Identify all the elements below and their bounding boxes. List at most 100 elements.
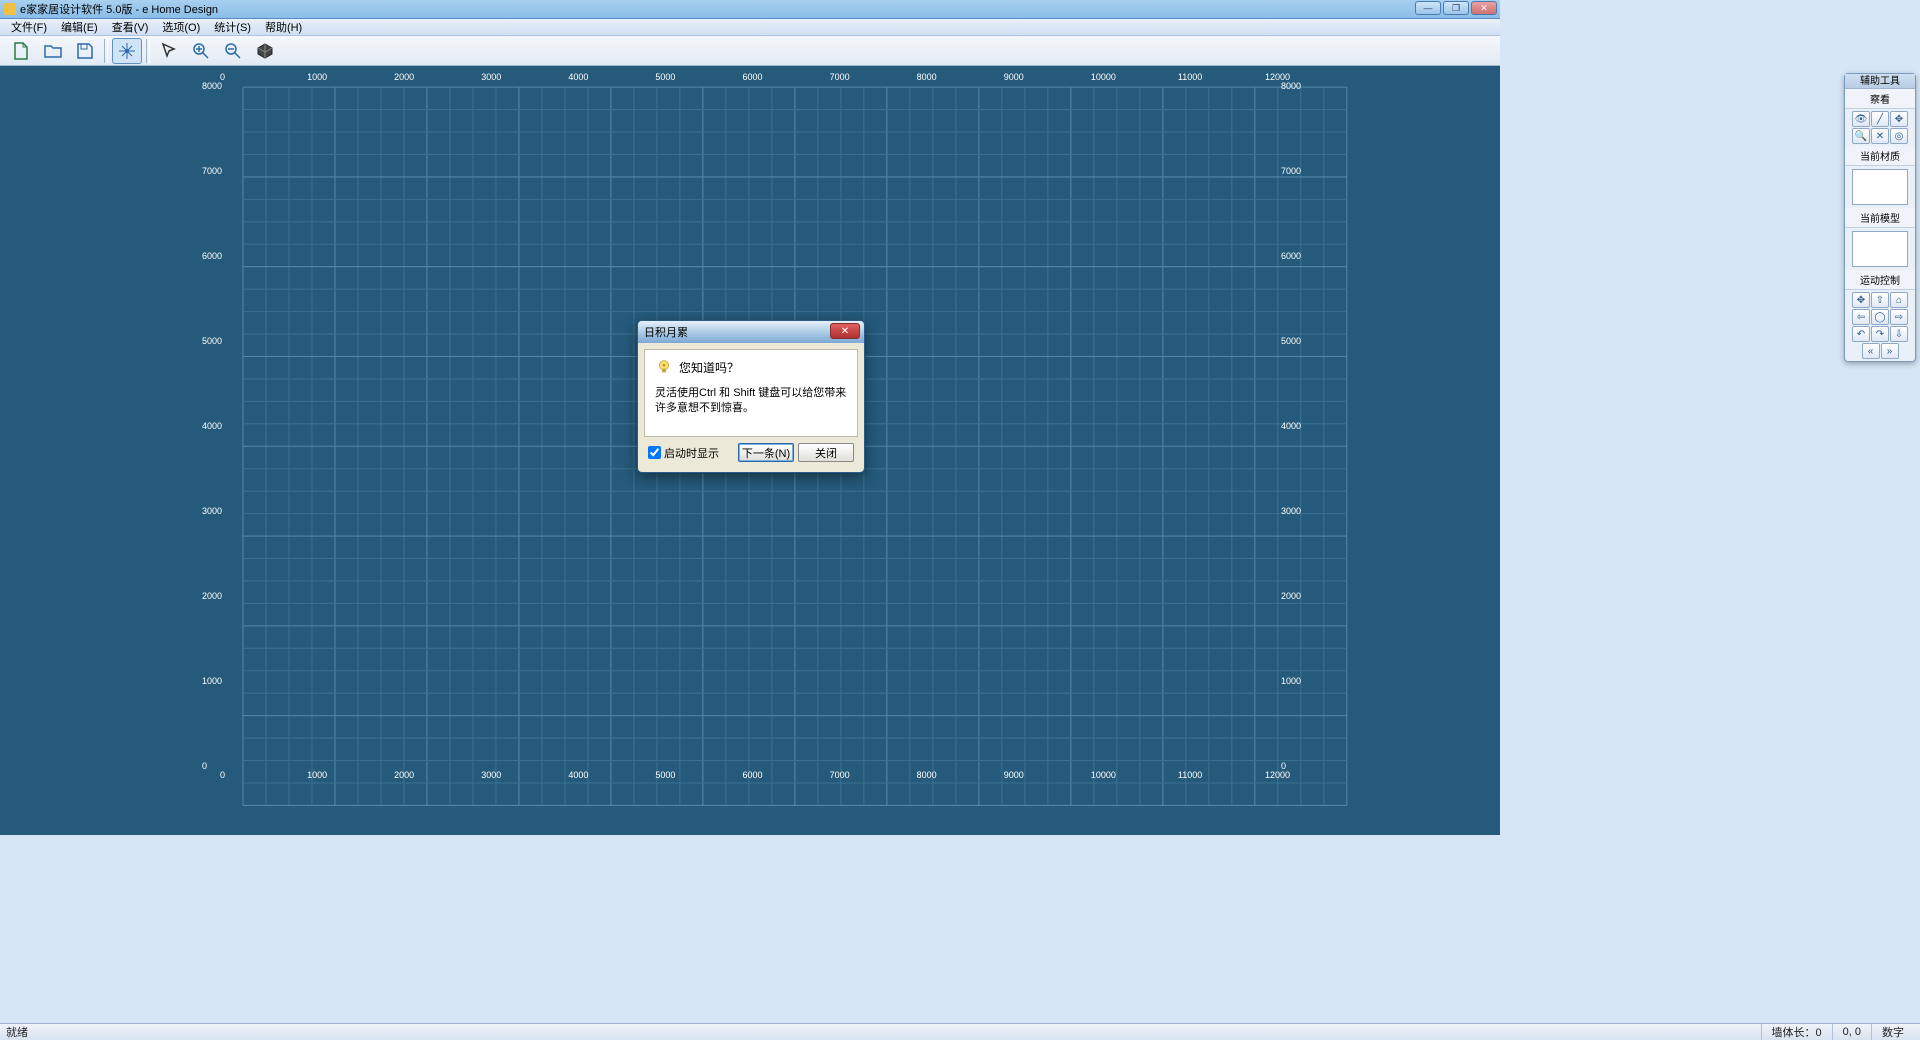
up-icon[interactable]: ⇧: [1871, 292, 1889, 308]
3d-render-icon[interactable]: [250, 38, 280, 64]
ruler-x-label: 10000: [1091, 770, 1116, 780]
ruler-y-label: 2000: [202, 591, 222, 601]
ruler-x-label: 7000: [830, 72, 850, 82]
ruler-y-label: 6000: [202, 251, 222, 261]
side-panel-title: 辅助工具: [1845, 74, 1915, 89]
eye-icon[interactable]: 👁: [1852, 111, 1870, 127]
ruler-y-label: 4000: [202, 421, 222, 431]
dialog-content: 您知道吗？ 灵活使用Ctrl 和 Shift 键盘可以给您带来许多意想不到惊喜。: [644, 349, 858, 437]
status-bar: 就绪 墙体长：0 0, 0 数字: [0, 1023, 1920, 1040]
ruler-y-label: 0: [1281, 761, 1286, 771]
status-ready: 就绪: [6, 1024, 28, 1040]
toolbar-separator: [104, 39, 108, 63]
section-model-label: 当前模型: [1845, 208, 1915, 228]
show-on-start-checkbox[interactable]: 启动时显示: [648, 445, 734, 461]
ruler-y-label: 7000: [202, 166, 222, 176]
dialog-heading: 您知道吗？: [679, 359, 739, 376]
ruler-x-label: 12000: [1265, 770, 1290, 780]
select-arrow-icon[interactable]: [154, 38, 184, 64]
menu-view[interactable]: 查看(V): [105, 19, 156, 35]
orbit-icon[interactable]: ◯: [1871, 309, 1889, 325]
ruler-x-label: 1000: [307, 72, 327, 82]
zoom-out-icon[interactable]: [218, 38, 248, 64]
menu-edit[interactable]: 编辑(E): [54, 19, 105, 35]
ruler-x-label: 0: [220, 770, 225, 780]
ruler-x-label: 3000: [481, 770, 501, 780]
ruler-y-label: 4000: [1281, 421, 1301, 431]
section-view-label: 察看: [1845, 89, 1915, 109]
ruler-x-label: 11000: [1178, 770, 1202, 780]
section-motion-label: 运动控制: [1845, 270, 1915, 290]
rot-r-icon[interactable]: ↷: [1871, 326, 1889, 342]
menu-stats[interactable]: 统计(S): [207, 19, 258, 35]
menu-options[interactable]: 选项(O): [155, 19, 207, 35]
ruler-x-label: 2000: [394, 770, 414, 780]
ruler-x-label: 8000: [917, 72, 937, 82]
magnify-icon[interactable]: 🔍: [1852, 128, 1870, 144]
new-doc-icon[interactable]: [6, 38, 36, 64]
dialog-close-button[interactable]: ✕: [830, 323, 860, 339]
show-on-start-label: 启动时显示: [664, 445, 719, 461]
cross-icon[interactable]: ✥: [1852, 292, 1870, 308]
toolbar-separator: [146, 39, 150, 63]
right-icon[interactable]: ⇨: [1890, 309, 1908, 325]
dialog-title: 日积月累: [644, 324, 688, 340]
status-coords: 0, 0: [1832, 1024, 1871, 1040]
status-numlock: 数字: [1871, 1024, 1914, 1040]
ruler-x-label: 3000: [481, 72, 501, 82]
app-icon: [4, 3, 16, 15]
rot-d-icon[interactable]: ⇩: [1890, 326, 1908, 342]
status-wall-length: 墙体长：0: [1761, 1024, 1832, 1040]
section-view-buttons: 👁 ╱ ✥ 🔍 ✕ ◎: [1845, 109, 1915, 146]
left-icon[interactable]: ⇦: [1852, 309, 1870, 325]
ruler-y-label: 5000: [1281, 336, 1301, 346]
ruler-x-label: 8000: [917, 770, 937, 780]
tip-dialog: 日积月累 ✕ 您知道吗？ 灵活使用Ctrl 和 Shift 键盘可以给您带来许多…: [637, 320, 865, 473]
ruler-x-label: 4000: [568, 72, 588, 82]
fwd-icon[interactable]: »: [1881, 343, 1899, 359]
home-icon[interactable]: ⌂: [1890, 292, 1908, 308]
title-bar: e家家居设计软件 5.0版 - e Home Design — ❐ ✕: [0, 0, 1500, 19]
close-tip-button[interactable]: 关闭: [798, 443, 854, 462]
maximize-button[interactable]: ❐: [1443, 1, 1469, 15]
lightbulb-icon: [655, 358, 673, 376]
ruler-x-label: 4000: [568, 770, 588, 780]
material-preview[interactable]: [1852, 169, 1908, 205]
show-on-start-input[interactable]: [648, 446, 661, 459]
toolbar: [0, 36, 1500, 66]
minimize-button[interactable]: —: [1415, 1, 1441, 15]
ruler-x-label: 11000: [1178, 72, 1202, 82]
ruler-y-label: 3000: [202, 506, 222, 516]
rot-l-icon[interactable]: ↶: [1852, 326, 1870, 342]
line-icon[interactable]: ╱: [1871, 111, 1889, 127]
next-tip-button[interactable]: 下一条(N): [738, 443, 794, 462]
ruler-y-label: 8000: [202, 81, 222, 91]
zoom-in-icon[interactable]: [186, 38, 216, 64]
section-material-label: 当前材质: [1845, 146, 1915, 166]
close-button[interactable]: ✕: [1471, 1, 1497, 15]
ruler-y-label: 5000: [202, 336, 222, 346]
open-folder-icon[interactable]: [38, 38, 68, 64]
delete-icon[interactable]: ✕: [1871, 128, 1889, 144]
ruler-x-label: 7000: [830, 770, 850, 780]
center-icon[interactable]: ◎: [1890, 128, 1908, 144]
back-icon[interactable]: «: [1862, 343, 1880, 359]
ruler-x-label: 5000: [655, 770, 675, 780]
move-icon[interactable]: ✥: [1890, 111, 1908, 127]
ruler-y-label: 1000: [1281, 676, 1301, 686]
dialog-titlebar[interactable]: 日积月累 ✕: [638, 321, 864, 343]
ruler-x-label: 5000: [655, 72, 675, 82]
save-disk-icon[interactable]: [70, 38, 100, 64]
model-preview[interactable]: [1852, 231, 1908, 267]
ruler-y-label: 8000: [1281, 81, 1301, 91]
ruler-x-label: 1000: [307, 770, 327, 780]
menu-help[interactable]: 帮助(H): [258, 19, 309, 35]
window-title: e家家居设计软件 5.0版 - e Home Design: [20, 1, 218, 17]
ruler-y-label: 7000: [1281, 166, 1301, 176]
grid-toggle-icon[interactable]: [112, 38, 142, 64]
ruler-x-label: 10000: [1091, 72, 1116, 82]
section-motion-buttons: ✥ ⇧ ⌂ ⇦ ◯ ⇨ ↶ ↷ ⇩ « »: [1845, 290, 1915, 361]
ruler-x-label: 6000: [743, 770, 763, 780]
menu-bar: 文件(F) 编辑(E) 查看(V) 选项(O) 统计(S) 帮助(H): [0, 19, 1500, 36]
menu-file[interactable]: 文件(F): [4, 19, 54, 35]
